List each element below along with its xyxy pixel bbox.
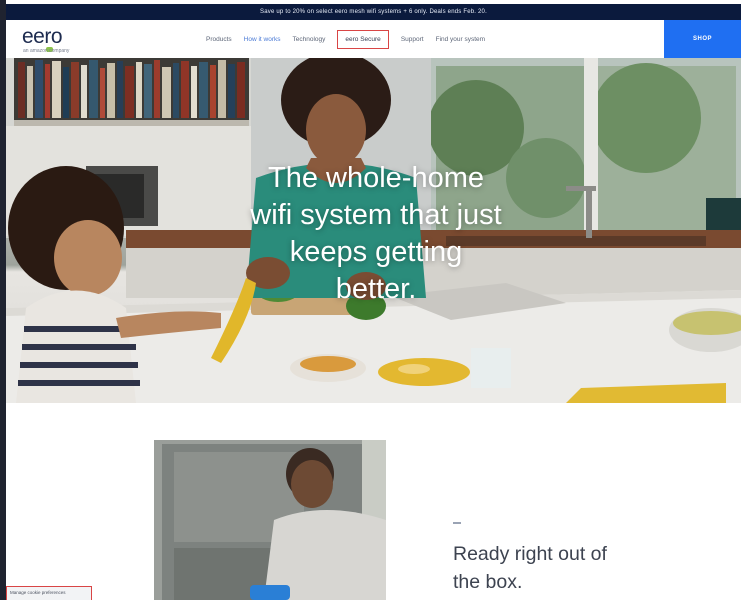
nav-find-your-system[interactable]: Find your system	[436, 36, 486, 43]
hero-headline: The whole-home wifi system that just kee…	[196, 160, 556, 308]
hero-banner: The whole-home wifi system that just kee…	[6, 58, 741, 403]
feature-heading: Ready right out of the box.	[453, 540, 683, 596]
eero-logo[interactable]: eero an amazon company	[22, 25, 92, 55]
man-setup-photo	[154, 440, 386, 600]
hero-headline-line: The whole-home	[268, 162, 484, 194]
section-dash	[453, 522, 461, 524]
cookie-preferences-link[interactable]: Manage cookie preferences	[6, 586, 92, 600]
logo-wordmark: eero	[22, 25, 63, 48]
nav-eero-secure[interactable]: eero Secure	[337, 29, 389, 49]
promo-banner[interactable]: Save up to 20% on select eero mesh wifi …	[6, 4, 741, 20]
nav-how-it-works[interactable]: How it works	[244, 36, 281, 43]
logo-subtext: an amazon company	[23, 48, 70, 54]
hero-headline-line: wifi system that just	[250, 199, 502, 231]
feature-heading-line: the box.	[453, 571, 523, 593]
nav-technology[interactable]: Technology	[293, 36, 326, 43]
feature-heading-line: Ready right out of	[453, 543, 607, 565]
hero-headline-line: keeps getting	[289, 236, 463, 268]
shop-button[interactable]: SHOP	[664, 20, 741, 58]
site-header: eero an amazon company Products How it w…	[6, 20, 741, 58]
nav-products[interactable]: Products	[206, 36, 232, 43]
main-nav: Products How it works Technology eero Se…	[200, 20, 491, 58]
hero-headline-line: better.	[335, 273, 417, 305]
nav-support[interactable]: Support	[401, 36, 424, 43]
feature-photo	[154, 440, 386, 600]
